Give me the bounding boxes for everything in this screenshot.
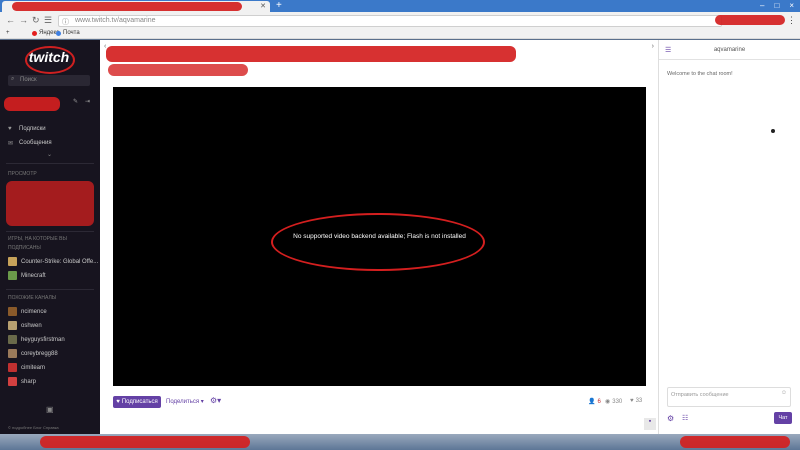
tab-close-icon[interactable]: ✕ <box>260 2 266 10</box>
chat-header: ☰ aqvamarine <box>659 40 800 60</box>
forward-icon[interactable]: → <box>19 15 28 25</box>
twitch-glitch-icon[interactable]: ▣ <box>46 405 54 414</box>
heart-icon: ♥ <box>116 399 120 405</box>
bookmarks-bar: + Яндекс Почта <box>0 29 800 39</box>
browser-menu-icon[interactable]: ⋮ <box>787 15 796 26</box>
main-content: ‹ › No supported video backend available… <box>100 40 658 434</box>
redacted-browse-items <box>6 181 94 226</box>
eye-icon: ◉ <box>605 399 611 405</box>
pencil-icon[interactable]: ✎ <box>73 98 78 105</box>
close-window-icon[interactable]: × <box>789 1 794 10</box>
browser-tab[interactable]: ✕ <box>2 1 270 12</box>
left-nav: twitch ⌕ Поиск ✎ ⇥ ♥ Подписки ✉ Сообщени… <box>0 40 100 434</box>
url-text: www.twitch.tv/aqvamarine <box>75 17 156 24</box>
redacted-username <box>4 97 60 111</box>
menu-icon[interactable]: ☰ <box>44 15 52 26</box>
redacted-taskbar-left <box>40 436 250 448</box>
channel-avatar <box>8 363 17 372</box>
subscribe-button[interactable]: ♥ Подписаться <box>113 396 161 408</box>
channel-avatar <box>8 349 17 358</box>
redacted-taskbar-right <box>680 436 790 448</box>
footer-links[interactable]: © подробнее Блог Справка <box>8 425 59 430</box>
emoji-icon[interactable]: ☺ <box>781 390 787 396</box>
heart-icon: ♥ <box>630 398 634 404</box>
mail-icon <box>56 30 61 36</box>
search-icon: ⌕ <box>11 76 15 82</box>
divider <box>6 231 94 232</box>
chat-title: aqvamarine <box>713 47 746 53</box>
browser-titlebar: ✕ + – □ × <box>0 0 800 12</box>
game-thumbnail <box>8 257 17 266</box>
channel-item[interactable]: sharp <box>8 377 36 386</box>
chat-input-placeholder: Отправить сообщение <box>671 392 729 398</box>
chat-settings-icon[interactable]: ⚙ <box>667 414 674 423</box>
chat-toggle-icon[interactable]: ▪ <box>644 418 656 430</box>
address-bar[interactable]: ⓘ www.twitch.tv/aqvamarine <box>58 15 722 27</box>
heart-icon: ♥ <box>8 126 12 132</box>
share-button[interactable]: Поделиться ▾ <box>166 398 204 405</box>
channel-avatar <box>8 307 17 316</box>
mouse-cursor <box>771 129 775 133</box>
highlight-circle <box>271 213 485 271</box>
browse-header: ПРОСМОТР <box>8 171 37 177</box>
redacted-extensions <box>715 15 785 25</box>
video-player[interactable]: No supported video backend available; Fl… <box>113 87 646 386</box>
channel-item[interactable]: cimiteam <box>8 363 45 372</box>
add-bookmark-icon[interactable]: + <box>6 30 10 36</box>
channel-avatar <box>8 377 17 386</box>
yandex-icon <box>32 30 37 36</box>
mail-icon: ✉ <box>8 141 14 147</box>
viewer-count: 👤 6 <box>588 398 601 406</box>
channel-avatar <box>8 321 17 330</box>
reload-icon[interactable]: ↻ <box>32 15 40 26</box>
logout-icon[interactable]: ⇥ <box>85 98 90 105</box>
person-icon: 👤 <box>588 399 596 405</box>
browser-toolbar: ← → ↻ ☰ ⓘ www.twitch.tv/aqvamarine ⋮ <box>0 12 800 29</box>
expand-chevron-icon[interactable]: ⌄ <box>47 151 52 158</box>
channel-item[interactable]: oshwen <box>8 321 42 330</box>
twitch-page: twitch ⌕ Поиск ✎ ⇥ ♥ Подписки ✉ Сообщени… <box>0 40 800 434</box>
divider <box>6 163 94 164</box>
os-taskbar <box>0 434 800 450</box>
follower-count: ♥ 33 <box>630 398 643 404</box>
collapse-right-icon[interactable]: › <box>652 43 654 50</box>
chat-input[interactable]: Отправить сообщение ☺ <box>667 387 791 407</box>
site-info-icon[interactable]: ⓘ <box>62 17 69 27</box>
minimize-icon[interactable]: – <box>760 1 764 10</box>
new-tab-button[interactable]: + <box>276 0 282 11</box>
channels-header: ПОХОЖИЕ КАНАЛЫ <box>8 295 57 301</box>
games-header: ИГРЫ, НА КОТОРЫЕ ВЫ ПОДПИСАНЫ <box>8 236 67 251</box>
channel-avatar <box>8 335 17 344</box>
send-chat-button[interactable]: Чат <box>774 412 792 424</box>
search-input[interactable]: ⌕ Поиск <box>8 75 90 86</box>
search-placeholder: Поиск <box>20 77 37 83</box>
redacted-channel-title <box>106 46 516 62</box>
game-thumbnail <box>8 271 17 280</box>
redacted-game-title <box>108 64 248 76</box>
sidebar-item-messages[interactable]: ✉ Сообщения <box>8 140 52 147</box>
game-item[interactable]: Minecraft <box>8 271 46 280</box>
viewer-list-icon[interactable]: ☷ <box>682 414 688 422</box>
game-item[interactable]: Counter-Strike: Global Offe... <box>8 257 98 266</box>
maximize-icon[interactable]: □ <box>774 1 779 10</box>
sidebar-item-subscriptions[interactable]: ♥ Подписки <box>8 126 46 132</box>
chat-panel: ☰ aqvamarine Welcome to the chat room! О… <box>658 40 800 434</box>
divider <box>6 289 94 290</box>
redacted-tab-title <box>12 2 242 11</box>
twitch-logo[interactable]: twitch <box>25 46 75 74</box>
back-icon[interactable]: ← <box>6 15 15 25</box>
settings-gear-icon[interactable]: ⚙▾ <box>210 396 221 405</box>
view-count: ◉ 330 <box>605 398 623 406</box>
window-controls: – □ × <box>760 1 794 10</box>
channel-item[interactable]: heyguysfirstman <box>8 335 65 344</box>
channel-item[interactable]: coreybregg88 <box>8 349 58 358</box>
channel-item[interactable]: ncimence <box>8 307 47 316</box>
bookmark-mail[interactable]: Почта <box>56 30 80 36</box>
chat-welcome: Welcome to the chat room! <box>667 71 733 77</box>
